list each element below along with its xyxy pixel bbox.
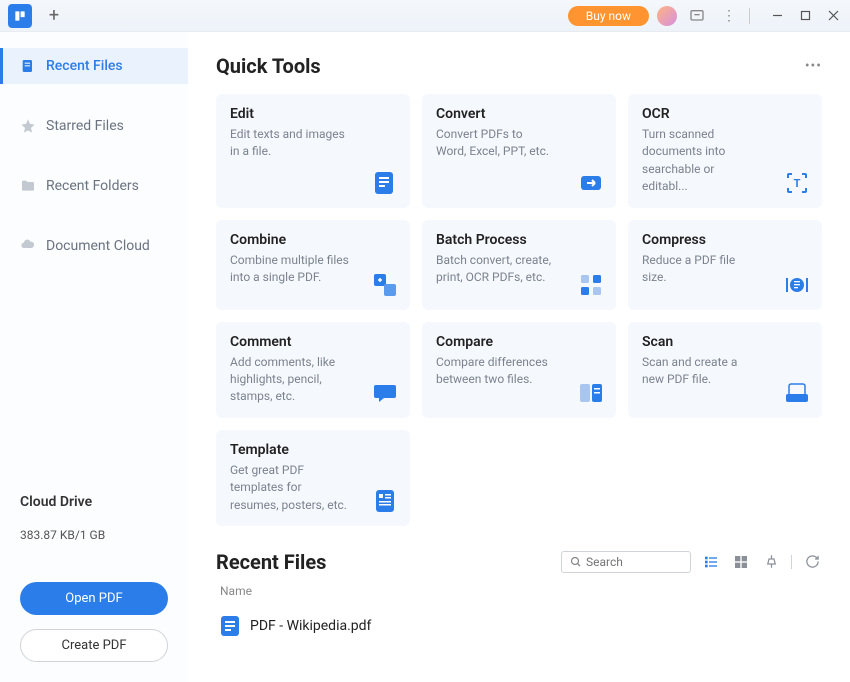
tools-grid: Edit Edit texts and images in a file. Co… (216, 94, 822, 526)
sidebar-item-recent-folders[interactable]: Recent Folders (0, 168, 188, 204)
tool-desc: Add comments, like highlights, pencil, s… (230, 354, 350, 406)
sidebar: Recent Files Starred Files Recent Folder… (0, 32, 188, 682)
sidebar-item-label: Recent Files (46, 58, 123, 74)
file-name: PDF - Wikipedia.pdf (250, 618, 371, 634)
star-icon (20, 118, 36, 134)
tool-title: Batch Process (436, 232, 602, 248)
tool-card-combine[interactable]: Combine Combine multiple files into a si… (216, 220, 410, 310)
divider (749, 8, 750, 24)
compress-icon (784, 272, 810, 298)
tool-title: Template (230, 442, 396, 458)
tool-desc: Turn scanned documents into searchable o… (642, 126, 762, 196)
refresh-icon[interactable] (802, 552, 822, 572)
sidebar-item-starred-files[interactable]: Starred Files (0, 108, 188, 144)
open-pdf-button[interactable]: Open PDF (20, 582, 168, 615)
sidebar-item-label: Recent Folders (46, 178, 139, 194)
create-pdf-button[interactable]: Create PDF (20, 629, 168, 662)
pin-icon[interactable] (761, 552, 781, 572)
edit-icon (372, 170, 398, 196)
close-button[interactable] (820, 5, 846, 27)
main-content: Quick Tools ••• Edit Edit texts and imag… (188, 32, 850, 682)
search-icon (570, 556, 582, 568)
tool-desc: Combine multiple files into a single PDF… (230, 252, 350, 287)
feedback-icon[interactable] (685, 4, 709, 28)
new-tab-button[interactable]: + (40, 4, 68, 28)
quick-tools-title: Quick Tools (216, 54, 321, 78)
scan-icon (784, 380, 810, 406)
tool-desc: Edit texts and images in a file. (230, 126, 350, 161)
tool-title: Scan (642, 334, 808, 350)
minimize-button[interactable] (764, 5, 790, 27)
grid-view-icon[interactable] (731, 552, 751, 572)
sidebar-item-document-cloud[interactable]: Document Cloud (0, 228, 188, 264)
tool-title: Compress (642, 232, 808, 248)
tool-title: Compare (436, 334, 602, 350)
sidebar-item-recent-files[interactable]: Recent Files (0, 48, 188, 84)
tool-desc: Convert PDFs to Word, Excel, PPT, etc. (436, 126, 556, 161)
sidebar-item-label: Starred Files (46, 118, 124, 134)
tool-card-comment[interactable]: Comment Add comments, like highlights, p… (216, 322, 410, 418)
svg-text:T: T (794, 177, 801, 190)
recent-files-icon (20, 58, 36, 74)
maximize-button[interactable] (792, 5, 818, 27)
combine-icon (372, 272, 398, 298)
ocr-icon: T (784, 170, 810, 196)
file-row[interactable]: PDF - Wikipedia.pdf (216, 612, 822, 640)
compare-icon (578, 380, 604, 406)
tool-desc: Compare differences between two files. (436, 354, 556, 389)
convert-icon (578, 170, 604, 196)
app-logo-icon (8, 4, 32, 28)
titlebar: + Buy now ⋮ (0, 0, 850, 32)
cloud-icon (20, 238, 36, 254)
menu-icon[interactable]: ⋮ (717, 4, 741, 28)
tool-card-compare[interactable]: Compare Compare differences between two … (422, 322, 616, 418)
divider (791, 555, 792, 569)
comment-icon (372, 380, 398, 406)
pdf-file-icon (220, 616, 240, 636)
tool-card-template[interactable]: Template Get great PDF templates for res… (216, 430, 410, 526)
tool-card-batch-process[interactable]: Batch Process Batch convert, create, pri… (422, 220, 616, 310)
tool-desc: Reduce a PDF file size. (642, 252, 762, 287)
tool-card-ocr[interactable]: OCR Turn scanned documents into searchab… (628, 94, 822, 208)
folder-icon (20, 178, 36, 194)
more-icon[interactable]: ••• (805, 58, 822, 74)
sidebar-item-label: Document Cloud (46, 238, 150, 254)
tool-desc: Batch convert, create, print, OCR PDFs, … (436, 252, 556, 287)
buy-now-button[interactable]: Buy now (568, 6, 649, 26)
search-input-wrap[interactable] (561, 551, 691, 573)
recent-files-title: Recent Files (216, 550, 326, 574)
tool-card-scan[interactable]: Scan Scan and create a new PDF file. (628, 322, 822, 418)
template-icon (372, 488, 398, 514)
tool-title: OCR (642, 106, 808, 122)
tool-title: Convert (436, 106, 602, 122)
tool-card-compress[interactable]: Compress Reduce a PDF file size. (628, 220, 822, 310)
tool-desc: Scan and create a new PDF file. (642, 354, 762, 389)
tool-card-convert[interactable]: Convert Convert PDFs to Word, Excel, PPT… (422, 94, 616, 208)
column-header-name: Name (220, 584, 822, 598)
avatar-icon[interactable] (657, 6, 677, 26)
tool-title: Combine (230, 232, 396, 248)
batch-icon (578, 272, 604, 298)
list-view-icon[interactable] (701, 552, 721, 572)
cloud-usage-text: 383.87 KB/1 GB (20, 528, 168, 542)
tool-title: Edit (230, 106, 396, 122)
cloud-drive-title: Cloud Drive (20, 494, 168, 510)
tool-title: Comment (230, 334, 396, 350)
tool-card-edit[interactable]: Edit Edit texts and images in a file. (216, 94, 410, 208)
search-input[interactable] (586, 555, 682, 569)
tool-desc: Get great PDF templates for resumes, pos… (230, 462, 350, 514)
